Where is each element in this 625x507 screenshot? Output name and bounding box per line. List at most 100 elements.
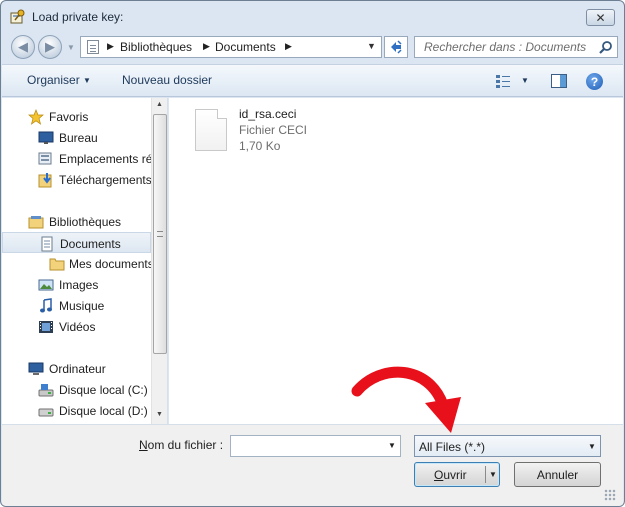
help-icon[interactable]: ?: [586, 73, 603, 90]
open-button-label: Ouvrir: [434, 468, 467, 482]
computer-icon: [28, 362, 44, 375]
scroll-down-icon[interactable]: ▼: [156, 411, 163, 418]
nav-libraries[interactable]: Bibliothèques: [2, 211, 151, 232]
nav-item-documents[interactable]: Documents: [2, 232, 151, 253]
search-input[interactable]: [415, 37, 595, 57]
star-icon: [28, 109, 44, 125]
address-row: ◀ ▶ ▼ ▶ Bibliothèques ▶ Documents ▶ ▼: [1, 31, 624, 63]
breadcrumb-separator-icon[interactable]: ▶: [203, 41, 210, 52]
nav-item-recent-places[interactable]: Emplacements récents: [2, 148, 151, 169]
file-size: 1,70 Ko: [239, 139, 281, 153]
filename-label: Nom du fichier :: [139, 438, 223, 452]
chevron-down-icon[interactable]: ▼: [83, 76, 91, 85]
drive-c-icon: [38, 384, 54, 397]
nav-label: Bibliothèques: [49, 215, 122, 229]
nav-item-drive-c[interactable]: Disque local (C:): [2, 379, 151, 400]
music-icon: [40, 298, 52, 313]
nav-item-downloads[interactable]: Téléchargements: [2, 169, 151, 190]
nav-scrollbar[interactable]: ▲ ▼: [151, 98, 167, 424]
app-key-icon: [10, 9, 25, 24]
file-icon[interactable]: [195, 109, 227, 151]
views-dropdown-icon[interactable]: ▼: [521, 76, 529, 85]
scroll-thumb[interactable]: [153, 114, 167, 354]
file-type: Fichier CECI: [239, 123, 308, 137]
refresh-button[interactable]: [384, 36, 408, 58]
cancel-button[interactable]: Annuler: [514, 462, 601, 487]
open-accelerator: O: [434, 468, 444, 482]
resize-grip-icon[interactable]: [604, 489, 616, 501]
navigation-pane: Favoris Bureau Emplacements récents Télé…: [2, 98, 168, 424]
open-label-text: uvrir: [443, 468, 467, 482]
file-name[interactable]: id_rsa.ceci: [239, 107, 296, 121]
chevron-down-icon[interactable]: ▼: [388, 441, 396, 450]
breadcrumb-documents[interactable]: Documents: [215, 40, 276, 54]
bottom-panel: Nom du fichier : ▼ All Files (*.*) ▼ Ouv…: [2, 424, 623, 506]
recent-pages-dropdown[interactable]: ▼: [67, 43, 75, 52]
back-arrow-icon: ◀: [18, 39, 28, 54]
back-button[interactable]: ◀: [11, 35, 35, 59]
open-dropdown-icon[interactable]: ▼: [489, 470, 497, 479]
nav-label: Bureau: [59, 131, 98, 145]
address-dropdown-icon[interactable]: ▼: [367, 41, 376, 51]
library-icon: [28, 216, 44, 229]
close-icon: ✕: [595, 10, 606, 25]
nav-favorites[interactable]: Favoris: [2, 106, 151, 127]
filename-label-text: om du fichier :: [147, 438, 224, 452]
filename-input[interactable]: [231, 436, 381, 456]
nav-computer[interactable]: Ordinateur: [2, 358, 151, 379]
open-button[interactable]: Ouvrir ▼: [414, 462, 500, 487]
nav-label: Emplacements récents: [59, 152, 151, 166]
folder-icon: [49, 258, 65, 271]
document-icon: [41, 236, 53, 252]
desktop-icon: [38, 131, 54, 144]
nav-label: Favoris: [49, 110, 89, 124]
preview-pane-icon[interactable]: [551, 74, 567, 88]
organize-button[interactable]: Organiser: [27, 73, 80, 87]
search-icon[interactable]: [598, 40, 614, 56]
nav-item-videos[interactable]: Vidéos: [2, 316, 151, 337]
breadcrumb-separator-icon[interactable]: ▶: [285, 41, 292, 52]
nav-label: Documents: [60, 237, 121, 251]
recent-places-icon: [38, 152, 52, 165]
chevron-down-icon[interactable]: ▼: [588, 442, 596, 451]
nav-item-bureau[interactable]: Bureau: [2, 127, 151, 148]
address-bar[interactable]: ▶ Bibliothèques ▶ Documents ▶ ▼: [80, 36, 382, 58]
video-icon: [39, 321, 53, 333]
filename-label-accelerator: N: [139, 438, 148, 452]
nav-label: Disque local (D:): [59, 404, 148, 418]
nav-item-images[interactable]: Images: [2, 274, 151, 295]
nav-label: Vidéos: [59, 320, 96, 334]
breadcrumb-separator-icon[interactable]: ▶: [107, 41, 114, 52]
title-bar[interactable]: Load private key: ✕: [1, 1, 624, 31]
views-icon[interactable]: [496, 74, 510, 88]
nav-item-mes-documents[interactable]: Mes documents: [2, 253, 151, 274]
downloads-icon: [38, 173, 52, 188]
nav-label: Téléchargements: [59, 173, 151, 187]
window-title: Load private key:: [32, 10, 124, 24]
split-divider: [485, 466, 486, 483]
images-icon: [38, 279, 54, 291]
close-button[interactable]: ✕: [586, 9, 615, 26]
nav-label: Musique: [59, 299, 105, 313]
nav-label: Disque local (C:): [59, 383, 148, 397]
annotation-arrow-icon: [351, 366, 461, 433]
breadcrumb-bibliotheques[interactable]: Bibliothèques: [120, 40, 192, 54]
new-folder-button[interactable]: Nouveau dossier: [122, 73, 212, 87]
nav-item-musique[interactable]: Musique: [2, 295, 151, 316]
drive-d-icon: [38, 408, 54, 417]
forward-arrow-icon: ▶: [45, 39, 55, 54]
search-box[interactable]: [414, 36, 618, 58]
filename-combobox[interactable]: ▼: [230, 435, 401, 457]
forward-button[interactable]: ▶: [38, 35, 62, 59]
file-type-value: All Files (*.*): [419, 440, 486, 454]
refresh-icon: [391, 40, 402, 54]
document-icon: [87, 40, 99, 54]
scroll-up-icon[interactable]: ▲: [156, 101, 163, 108]
nav-label: Ordinateur: [49, 362, 106, 376]
scroll-grip-icon: [157, 231, 163, 237]
file-type-select[interactable]: All Files (*.*) ▼: [414, 435, 601, 457]
nav-label: Mes documents: [69, 257, 151, 271]
command-toolbar: Organiser ▼ Nouveau dossier ▼ ?: [2, 64, 623, 97]
nav-item-drive-d[interactable]: Disque local (D:): [2, 400, 151, 421]
dialog-window: Load private key: ✕ ◀ ▶ ▼ ▶ Bibliothèque…: [0, 0, 625, 507]
